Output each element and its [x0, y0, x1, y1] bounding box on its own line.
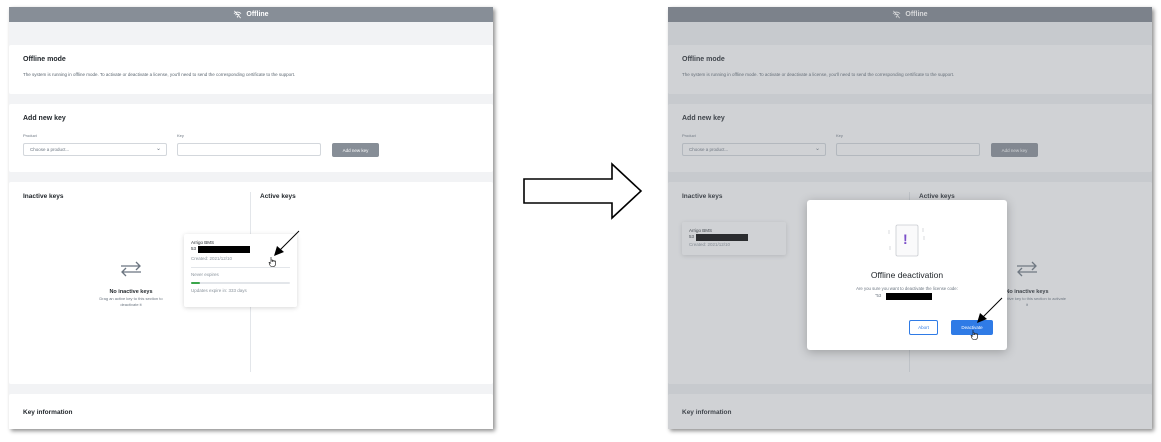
redacted-license-code	[886, 293, 932, 300]
wifi-off-icon	[234, 10, 242, 19]
swap-arrows-icon	[121, 261, 141, 277]
add-new-key-button[interactable]: Add new key	[332, 143, 379, 157]
redacted-key-code	[198, 246, 250, 253]
keys-card: Inactive keys Active keys No inactive ke…	[9, 182, 493, 384]
product-select-value: Choose a product...	[30, 147, 70, 152]
add-key-title: Add new key	[23, 115, 66, 122]
modal-description: Are you sure you want to deactivate the …	[856, 286, 958, 291]
key-code: 53	[191, 246, 197, 251]
annotation-arrow-icon	[977, 297, 1003, 323]
annotation-arrow-icon	[274, 230, 300, 256]
screen-after: Offline Offline mode The system is runni…	[668, 7, 1152, 429]
key-information-title: Key information	[23, 409, 73, 416]
modal-title: Offline deactivation	[870, 270, 944, 280]
modal-backdrop-titlebar	[668, 7, 1152, 22]
transition-arrow-icon	[523, 162, 643, 220]
key-label: Key	[177, 133, 184, 138]
screen-before: Offline Offline mode The system is runni…	[9, 7, 493, 429]
updates-expiry: Updates expire in: 333 days	[191, 288, 247, 293]
chevron-down-icon: ⌄	[155, 146, 161, 152]
updates-progress-bar	[191, 282, 290, 284]
offline-mode-card: Offline mode The system is running in of…	[9, 45, 493, 94]
product-select[interactable]: Choose a product... ⌄	[23, 143, 167, 156]
active-keys-title: Active keys	[260, 193, 296, 200]
inactive-keys-title: Inactive keys	[23, 193, 64, 200]
no-inactive-keys-description: Drag an active key to this section to de…	[99, 296, 163, 307]
key-expiry: Never expires	[191, 272, 219, 277]
no-inactive-keys-title: No inactive keys	[109, 289, 153, 295]
offline-mode-description: The system is running in offline mode. T…	[23, 72, 296, 77]
titlebar: Offline	[9, 7, 493, 22]
hand-cursor-icon	[970, 330, 978, 340]
offline-deactivation-modal: ! Offline deactivation Are you sure you …	[807, 200, 1007, 350]
product-label: Product	[23, 133, 37, 138]
offline-mode-title: Offline mode	[23, 56, 66, 63]
key-created-date: Created: 2021/12/10	[191, 256, 233, 261]
hand-cursor-icon	[268, 257, 276, 267]
key-product-name: Arrigo BMS	[191, 240, 215, 245]
add-key-card: Add new key Product Key Choose a product…	[9, 104, 493, 172]
window-title: Offline	[246, 11, 269, 18]
key-card-separator	[191, 267, 290, 268]
key-information-card: Key information	[9, 394, 493, 429]
updates-progress-fill	[191, 282, 200, 284]
key-input[interactable]	[177, 143, 321, 156]
warning-exclamation-icon: !	[903, 231, 908, 247]
modal-license-code: "53	[875, 293, 882, 298]
abort-button[interactable]: Abort	[909, 320, 938, 335]
